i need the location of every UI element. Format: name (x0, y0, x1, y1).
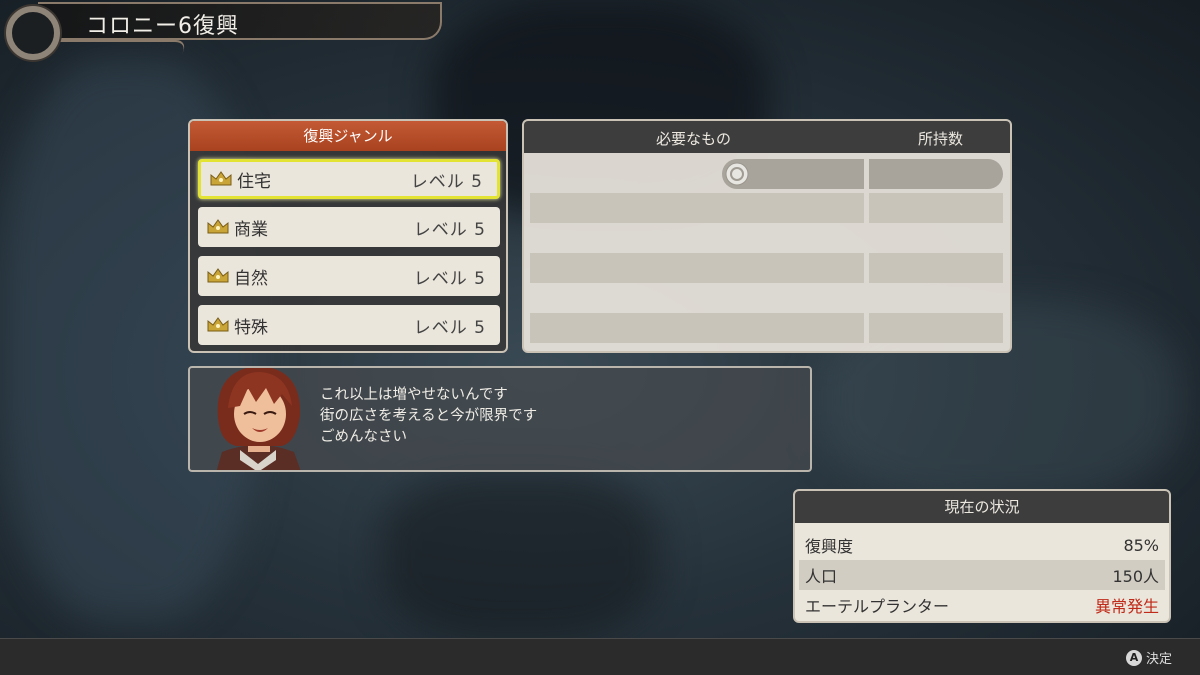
crown-icon (207, 268, 229, 283)
a-button-icon: A (1125, 649, 1142, 666)
genre-level: レベル 5 (413, 317, 486, 338)
requirements-panel: 必要なもの 所持数 (522, 119, 1012, 353)
crown-icon (210, 171, 232, 186)
genre-panel: 復興ジャンル 住宅 レベル 5 商業 レベル 5 自然 レベル 5 特殊 レベル… (188, 119, 508, 353)
dialogue-box: これ以上は増やせないんです 街の広さを考えると今が限界です ごめんなさい (188, 366, 812, 472)
requirements-header: 必要なもの 所持数 (524, 121, 1010, 153)
required-item-cell (530, 313, 864, 343)
status-value: 150人 (1112, 567, 1159, 586)
genre-name: 特殊 (234, 317, 268, 338)
crown-icon (207, 219, 229, 234)
header-ornament (41, 40, 191, 54)
genre-level: レベル 5 (410, 171, 483, 192)
status-label: 復興度 (805, 537, 854, 556)
dialogue-line: ごめんなさい (320, 429, 407, 445)
owned-count-cell (869, 159, 1003, 189)
confirm-label: 決定 (1145, 652, 1172, 667)
ring-icon (6, 6, 60, 60)
status-value: 85% (1123, 535, 1159, 555)
requirement-row (524, 313, 1010, 343)
required-item-cell (530, 193, 864, 223)
genre-name: 住宅 (237, 171, 271, 192)
crown-icon (207, 317, 229, 332)
dialogue-line: 街の広さを考えると今が限界です (320, 408, 538, 424)
status-row-ether-planter: エーテルプランター 異常発生 (799, 590, 1165, 620)
status-row-population: 人口 150人 (799, 560, 1165, 590)
requirement-row (524, 159, 1010, 189)
required-item-cell (530, 253, 864, 283)
page-title: コロニー6復興 (86, 14, 239, 39)
requirement-row (524, 193, 1010, 223)
status-label: エーテルプランター (805, 597, 950, 616)
genre-item-special[interactable]: 特殊 レベル 5 (198, 305, 500, 345)
genre-item-nature[interactable]: 自然 レベル 5 (198, 256, 500, 296)
footer-bar: A 決定 (0, 638, 1200, 675)
required-item-cell (722, 159, 864, 189)
status-panel-title: 現在の状況 (795, 491, 1169, 523)
dialogue-line: これ以上は増やせないんです (320, 387, 508, 403)
confirm-button[interactable]: A 決定 (1125, 648, 1172, 667)
owned-count-cell (869, 313, 1003, 343)
genre-level: レベル 5 (413, 268, 486, 289)
status-value-alert: 異常発生 (1094, 597, 1159, 616)
genre-name: 自然 (234, 268, 268, 289)
genre-name: 商業 (234, 219, 268, 240)
dialogue-text: これ以上は増やせないんです 街の広さを考えると今が限界です ごめんなさい (320, 385, 537, 448)
requirement-row (524, 253, 1010, 283)
column-owned: 所持数 (918, 130, 964, 148)
owned-count-cell (869, 253, 1003, 283)
status-row-recovery: 復興度 85% (799, 530, 1165, 560)
status-panel: 現在の状況 復興度 85% 人口 150人 エーテルプランター 異常発生 (793, 489, 1171, 623)
screen-header: コロニー6復興 (0, 0, 450, 68)
genre-level: レベル 5 (413, 219, 486, 240)
genre-item-housing[interactable]: 住宅 レベル 5 (198, 159, 500, 199)
ring-item-icon (725, 162, 749, 186)
column-required: 必要なもの (656, 130, 732, 148)
status-label: 人口 (805, 567, 838, 586)
character-portrait (216, 368, 301, 470)
genre-item-commerce[interactable]: 商業 レベル 5 (198, 207, 500, 247)
owned-count-cell (869, 193, 1003, 223)
genre-panel-title: 復興ジャンル (190, 121, 506, 151)
